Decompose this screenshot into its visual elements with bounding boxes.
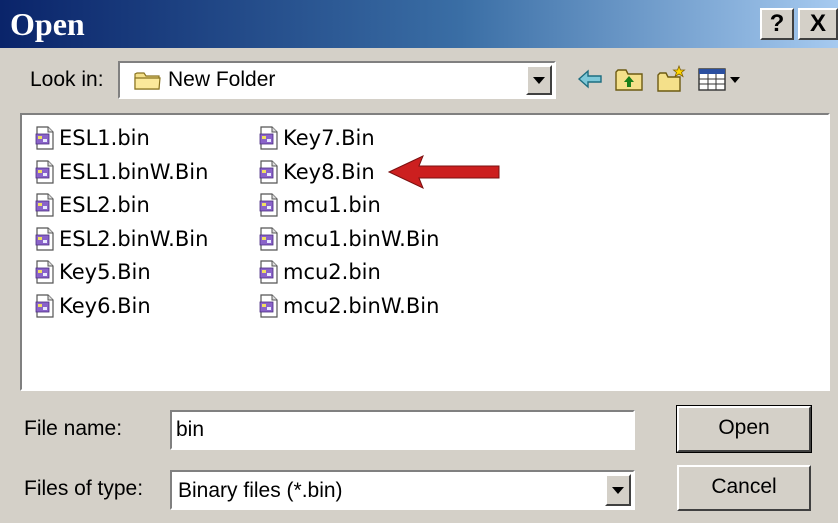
file-name-label: File name: [24, 417, 123, 440]
file-name: ESL2.binW.Bin [59, 226, 209, 251]
file-item[interactable]: Key7.Bin [258, 123, 375, 153]
view-menu-icon[interactable] [697, 64, 747, 94]
bin-file-icon [258, 126, 280, 150]
chevron-down-icon[interactable] [605, 474, 631, 506]
folder-icon [134, 69, 162, 91]
file-name-input[interactable]: bin [170, 410, 635, 450]
title-bar: Open ? X [0, 0, 838, 48]
file-item[interactable]: Key5.Bin [34, 257, 151, 287]
file-name: mcu1.bin [283, 193, 381, 217]
open-button[interactable]: Open [676, 405, 812, 453]
bin-file-icon [258, 226, 280, 251]
look-in-select[interactable]: New Folder [118, 61, 556, 99]
file-item[interactable]: ESL1.bin [34, 123, 150, 153]
bin-file-icon [34, 126, 56, 150]
file-name: ESL1.bin [59, 126, 150, 150]
file-name: Key6.Bin [59, 293, 151, 318]
file-item[interactable]: Key6.Bin [34, 291, 151, 321]
file-name: Key5.Bin [59, 260, 151, 284]
bin-file-icon [34, 159, 56, 184]
new-folder-icon[interactable] [656, 64, 686, 94]
bin-file-icon [34, 293, 56, 318]
file-type-select[interactable]: Binary files (*.bin) [170, 470, 635, 510]
file-name: mcu1.binW.Bin [283, 226, 440, 251]
file-item[interactable]: ESL2.binW.Bin [34, 224, 208, 254]
close-button[interactable]: X [798, 8, 838, 40]
red-arrow-annotation [385, 152, 505, 192]
cancel-button[interactable]: Cancel [677, 465, 811, 511]
file-name: mcu2.bin [283, 260, 381, 284]
bin-file-icon [258, 193, 280, 217]
file-type-label: Files of type: [24, 477, 144, 500]
file-item[interactable]: mcu1.binW.Bin [258, 224, 439, 254]
bin-file-icon [258, 159, 280, 184]
look-in-label: Look in: [30, 68, 104, 91]
file-item[interactable]: mcu1.bin [258, 190, 381, 220]
bin-file-icon [258, 260, 280, 284]
back-icon[interactable] [575, 64, 605, 94]
file-item[interactable]: Key8.Bin [258, 157, 375, 187]
file-name: ESL1.binW.Bin [59, 159, 209, 184]
chevron-down-icon[interactable] [526, 65, 552, 95]
file-item[interactable]: ESL1.binW.Bin [34, 157, 208, 187]
look-in-value: New Folder [168, 68, 276, 91]
help-button[interactable]: ? [760, 8, 794, 40]
bin-file-icon [34, 193, 56, 217]
file-name: mcu2.binW.Bin [283, 293, 440, 318]
file-item[interactable]: ESL2.bin [34, 190, 150, 220]
file-type-value: Binary files (*.bin) [178, 479, 343, 502]
file-item[interactable]: mcu2.bin [258, 257, 381, 287]
up-folder-icon[interactable] [614, 64, 644, 94]
bin-file-icon [34, 260, 56, 284]
bin-file-icon [258, 293, 280, 318]
file-name: ESL2.bin [59, 193, 150, 217]
file-name: Key7.Bin [283, 126, 375, 150]
bin-file-icon [34, 226, 56, 251]
file-name: Key8.Bin [283, 159, 375, 184]
file-item[interactable]: mcu2.binW.Bin [258, 291, 439, 321]
window-title: Open [10, 6, 85, 42]
